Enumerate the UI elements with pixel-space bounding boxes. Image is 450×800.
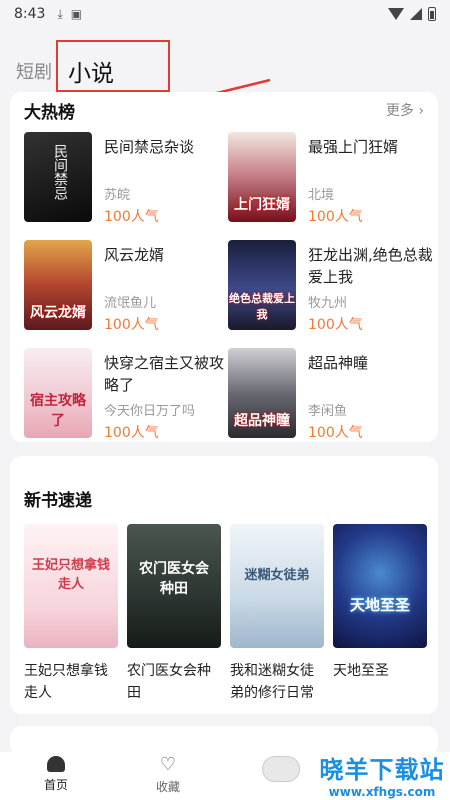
hot-book-item[interactable]: 风云龙婿 风云龙婿 流氓鱼儿 100人气 bbox=[24, 240, 224, 340]
book-author: 北境 bbox=[308, 188, 335, 203]
book-popularity: 100人气 bbox=[308, 317, 363, 333]
cover-text: 天地至圣 bbox=[349, 596, 410, 614]
status-time: 8:43 bbox=[14, 6, 46, 22]
new-book-item[interactable]: 迷糊女徒弟 我和迷糊女徒弟的修行日常 bbox=[230, 524, 324, 704]
download-arrow-icon: ⤓ bbox=[57, 6, 63, 21]
cover-text: 王妃只想拿钱走人 bbox=[31, 558, 110, 592]
tab-novel[interactable]: 小说 bbox=[68, 54, 114, 88]
wifi-icon bbox=[388, 8, 404, 20]
cover-text: 民间禁忌 bbox=[52, 144, 68, 200]
new-books-card: 新书速递 王妃只想拿钱走人 王妃只想拿钱走人 农门医女会种田 农门医女会种田 迷… bbox=[10, 456, 438, 714]
book-popularity: 100人气 bbox=[104, 425, 159, 441]
book-popularity: 100人气 bbox=[104, 317, 159, 333]
new-books-title: 新书速递 bbox=[24, 491, 92, 511]
book-title: 王妃只想拿钱走人 bbox=[24, 663, 108, 701]
hot-book-item[interactable]: 上门狂婿 最强上门狂婿 北境 100人气 bbox=[228, 132, 428, 232]
home-icon bbox=[47, 756, 65, 772]
book-cover: 王妃只想拿钱走人 bbox=[24, 524, 118, 648]
new-book-item[interactable]: 天地至圣 天地至圣 bbox=[333, 524, 427, 682]
hot-book-item[interactable]: 民间禁忌 民间禁忌杂谈 苏皖 100人气 bbox=[24, 132, 224, 232]
tab-short-drama[interactable]: 短剧 bbox=[16, 58, 52, 84]
book-cover: 宿主攻略了 bbox=[24, 348, 92, 438]
top-tabs: 短剧 小说 bbox=[0, 40, 450, 111]
new-book-item[interactable]: 农门医女会种田 农门医女会种田 bbox=[127, 524, 221, 704]
cover-text: 上门狂婿 bbox=[234, 197, 290, 213]
book-popularity: 100人气 bbox=[104, 209, 159, 225]
book-popularity: 100人气 bbox=[308, 209, 363, 225]
nav-home-label: 首页 bbox=[43, 778, 68, 792]
cover-text: 绝色总裁爱上我 bbox=[229, 292, 295, 321]
cover-text: 超品神瞳 bbox=[234, 413, 290, 429]
book-cover: 农门医女会种田 bbox=[127, 524, 221, 648]
book-title: 快穿之宿主又被攻略了 bbox=[104, 354, 225, 394]
book-cover: 天地至圣 bbox=[333, 524, 427, 648]
book-author: 流氓鱼儿 bbox=[104, 296, 157, 311]
hot-book-item[interactable]: 超品神瞳 超品神瞳 李闲鱼 100人气 bbox=[228, 348, 428, 448]
book-cover: 迷糊女徒弟 bbox=[230, 524, 324, 648]
sheep-logo-icon bbox=[262, 756, 300, 782]
hot-book-item[interactable]: 宿主攻略了 快穿之宿主又被攻略了 今天你日万了吗 100人气 bbox=[24, 348, 224, 448]
nav-favorites[interactable]: ♡ 收藏 bbox=[138, 756, 198, 795]
status-bar: 8:43 ⤓ ▣ bbox=[0, 0, 450, 28]
book-cover: 风云龙婿 bbox=[24, 240, 92, 330]
more-label: 更多 bbox=[385, 103, 414, 119]
cover-text: 迷糊女徒弟 bbox=[244, 568, 310, 583]
book-title: 最强上门狂婿 bbox=[308, 138, 399, 156]
new-book-item[interactable]: 王妃只想拿钱走人 王妃只想拿钱走人 bbox=[24, 524, 118, 704]
status-indicators bbox=[388, 7, 436, 21]
book-author: 今天你日万了吗 bbox=[104, 404, 196, 419]
heart-icon: ♡ bbox=[159, 754, 177, 775]
book-cover: 上门狂婿 bbox=[228, 132, 296, 222]
book-title: 天地至圣 bbox=[333, 663, 389, 679]
cover-text: 农门医女会种田 bbox=[139, 561, 209, 597]
hot-list-title: 大热榜 bbox=[24, 103, 75, 123]
book-title: 农门医女会种田 bbox=[127, 663, 211, 701]
book-title: 我和迷糊女徒弟的修行日常 bbox=[230, 663, 314, 701]
a-icon: ▣ bbox=[70, 7, 83, 21]
watermark-title: 晓羊下载站 bbox=[314, 750, 450, 785]
book-cover: 民间禁忌 bbox=[24, 132, 92, 222]
book-title: 民间禁忌杂谈 bbox=[104, 138, 195, 156]
hot-book-item[interactable]: 绝色总裁爱上我 狂龙出渊,绝色总裁爱上我 牧九州 100人气 bbox=[228, 240, 433, 340]
cover-text: 宿主攻略了 bbox=[30, 393, 86, 429]
book-author: 苏皖 bbox=[104, 188, 131, 203]
nav-favorites-label: 收藏 bbox=[155, 780, 180, 794]
cover-text: 风云龙婿 bbox=[30, 305, 86, 321]
signal-icon bbox=[410, 8, 422, 20]
battery-icon bbox=[428, 7, 436, 21]
more-link[interactable]: 更多 › bbox=[386, 100, 424, 120]
hot-list-card: 大热榜 更多 › 民间禁忌 民间禁忌杂谈 苏皖 100人气 上门狂婿 最强上门狂… bbox=[10, 92, 438, 442]
book-author: 牧九州 bbox=[308, 296, 348, 311]
watermark-url: www.xfhgs.com bbox=[328, 785, 436, 799]
nav-home[interactable]: 首页 bbox=[26, 756, 86, 793]
book-title: 风云龙婿 bbox=[104, 246, 165, 264]
book-cover: 绝色总裁爱上我 bbox=[228, 240, 296, 330]
watermark: 晓羊下载站 www.xfhgs.com bbox=[314, 750, 450, 799]
watermark-title-text: 晓羊下载站 bbox=[319, 756, 445, 784]
book-title: 狂龙出渊,绝色总裁爱上我 bbox=[308, 246, 433, 286]
chevron-right-icon: › bbox=[418, 103, 424, 119]
book-title: 超品神瞳 bbox=[308, 354, 369, 372]
book-popularity: 100人气 bbox=[308, 425, 363, 441]
book-cover: 超品神瞳 bbox=[228, 348, 296, 438]
book-author: 李闲鱼 bbox=[308, 404, 348, 419]
